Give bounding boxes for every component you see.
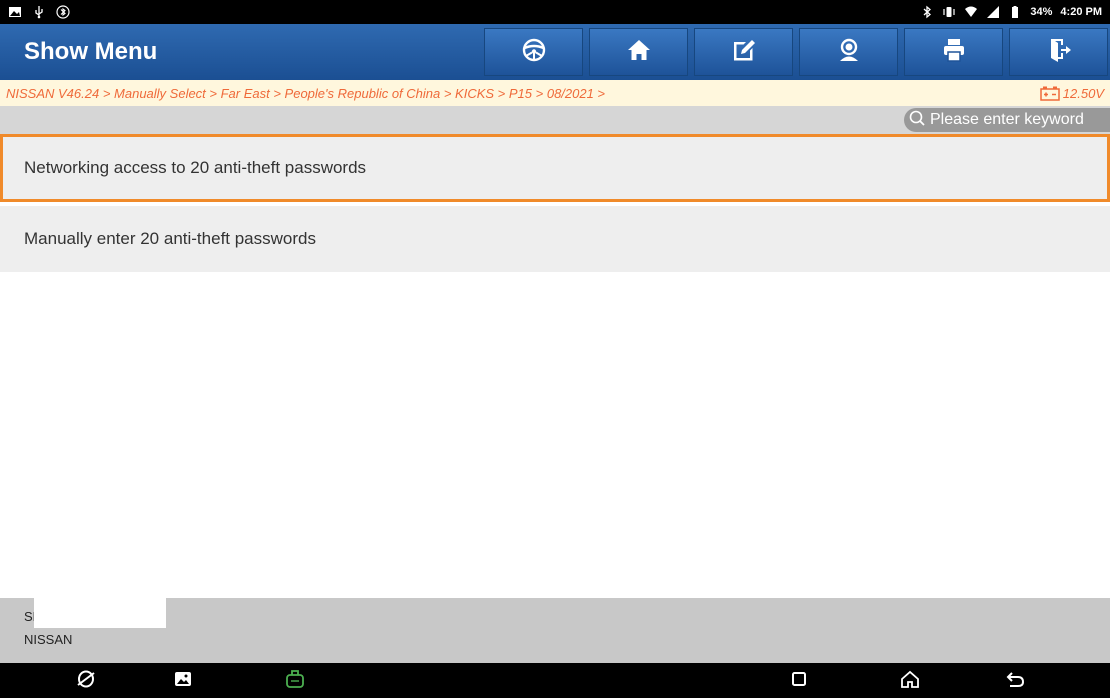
recent-apps-icon xyxy=(788,668,810,695)
footer-info: SN: NISSAN xyxy=(0,598,1110,663)
screen: 34% 4:20 PM Show Menu NISSAN V46.24 > Ma… xyxy=(0,0,1110,698)
browser-button[interactable] xyxy=(73,668,99,694)
gallery-button[interactable] xyxy=(170,668,196,694)
vci-button[interactable] xyxy=(282,668,308,694)
bluetooth-icon xyxy=(920,5,934,19)
battery-icon xyxy=(1008,5,1022,19)
search-icon xyxy=(908,109,926,132)
breadcrumb: NISSAN V46.24 > Manually Select > Far Ea… xyxy=(6,85,606,101)
edit-icon xyxy=(731,37,757,68)
signal-icon xyxy=(986,5,1000,19)
vci-icon xyxy=(284,668,306,695)
steering-wheel-icon xyxy=(521,37,547,68)
edit-button[interactable] xyxy=(694,28,793,76)
exit-button[interactable] xyxy=(1009,28,1108,76)
voltage-value: 12.50V xyxy=(1062,85,1104,101)
vehicle-brand: NISSAN xyxy=(24,632,73,647)
battery-percent: 34% xyxy=(1030,6,1053,18)
back-button[interactable] xyxy=(1002,668,1028,694)
home-nav-button[interactable] xyxy=(897,668,923,694)
back-icon xyxy=(1004,668,1026,695)
home-icon xyxy=(626,37,652,68)
recent-apps-button[interactable] xyxy=(786,668,812,694)
car-battery-icon xyxy=(1040,85,1060,101)
image-icon xyxy=(8,5,22,19)
wifi-icon xyxy=(964,5,978,19)
usb-icon xyxy=(32,5,46,19)
search-row: Please enter keyword xyxy=(0,106,1110,134)
exit-icon xyxy=(1046,37,1072,68)
search-placeholder: Please enter keyword xyxy=(930,111,1084,128)
voltage-indicator: 12.50V xyxy=(1040,85,1104,101)
remote-support-button[interactable] xyxy=(799,28,898,76)
android-nav-bar xyxy=(0,663,1110,698)
breadcrumb-bar: NISSAN V46.24 > Manually Select > Far Ea… xyxy=(0,80,1110,106)
print-icon xyxy=(941,37,967,68)
vibrate-icon xyxy=(942,5,956,19)
home-button[interactable] xyxy=(589,28,688,76)
remote-support-icon xyxy=(836,37,862,68)
search-input[interactable]: Please enter keyword xyxy=(904,108,1110,132)
menu-item-manual-entry[interactable]: Manually enter 20 anti-theft passwords xyxy=(0,206,1110,274)
browser-icon xyxy=(75,668,97,695)
menu-list: Networking access to 20 anti-theft passw… xyxy=(0,134,1110,274)
gallery-icon xyxy=(172,668,194,695)
clock: 4:20 PM xyxy=(1060,6,1102,18)
status-bar-left xyxy=(8,5,70,19)
serial-number-row: SN: xyxy=(24,598,1110,628)
menu-item-networking-access[interactable]: Networking access to 20 anti-theft passw… xyxy=(0,134,1110,202)
status-bar: 34% 4:20 PM xyxy=(0,0,1110,24)
title-bar: Show Menu xyxy=(0,24,1110,80)
home-nav-icon xyxy=(899,668,921,695)
serial-number-redaction xyxy=(33,598,166,628)
bluetooth-circle-icon xyxy=(56,5,70,19)
toolbar xyxy=(484,24,1108,80)
status-bar-right: 34% 4:20 PM xyxy=(920,5,1102,19)
page-title: Show Menu xyxy=(24,38,158,65)
steering-wheel-button[interactable] xyxy=(484,28,583,76)
print-button[interactable] xyxy=(904,28,1003,76)
